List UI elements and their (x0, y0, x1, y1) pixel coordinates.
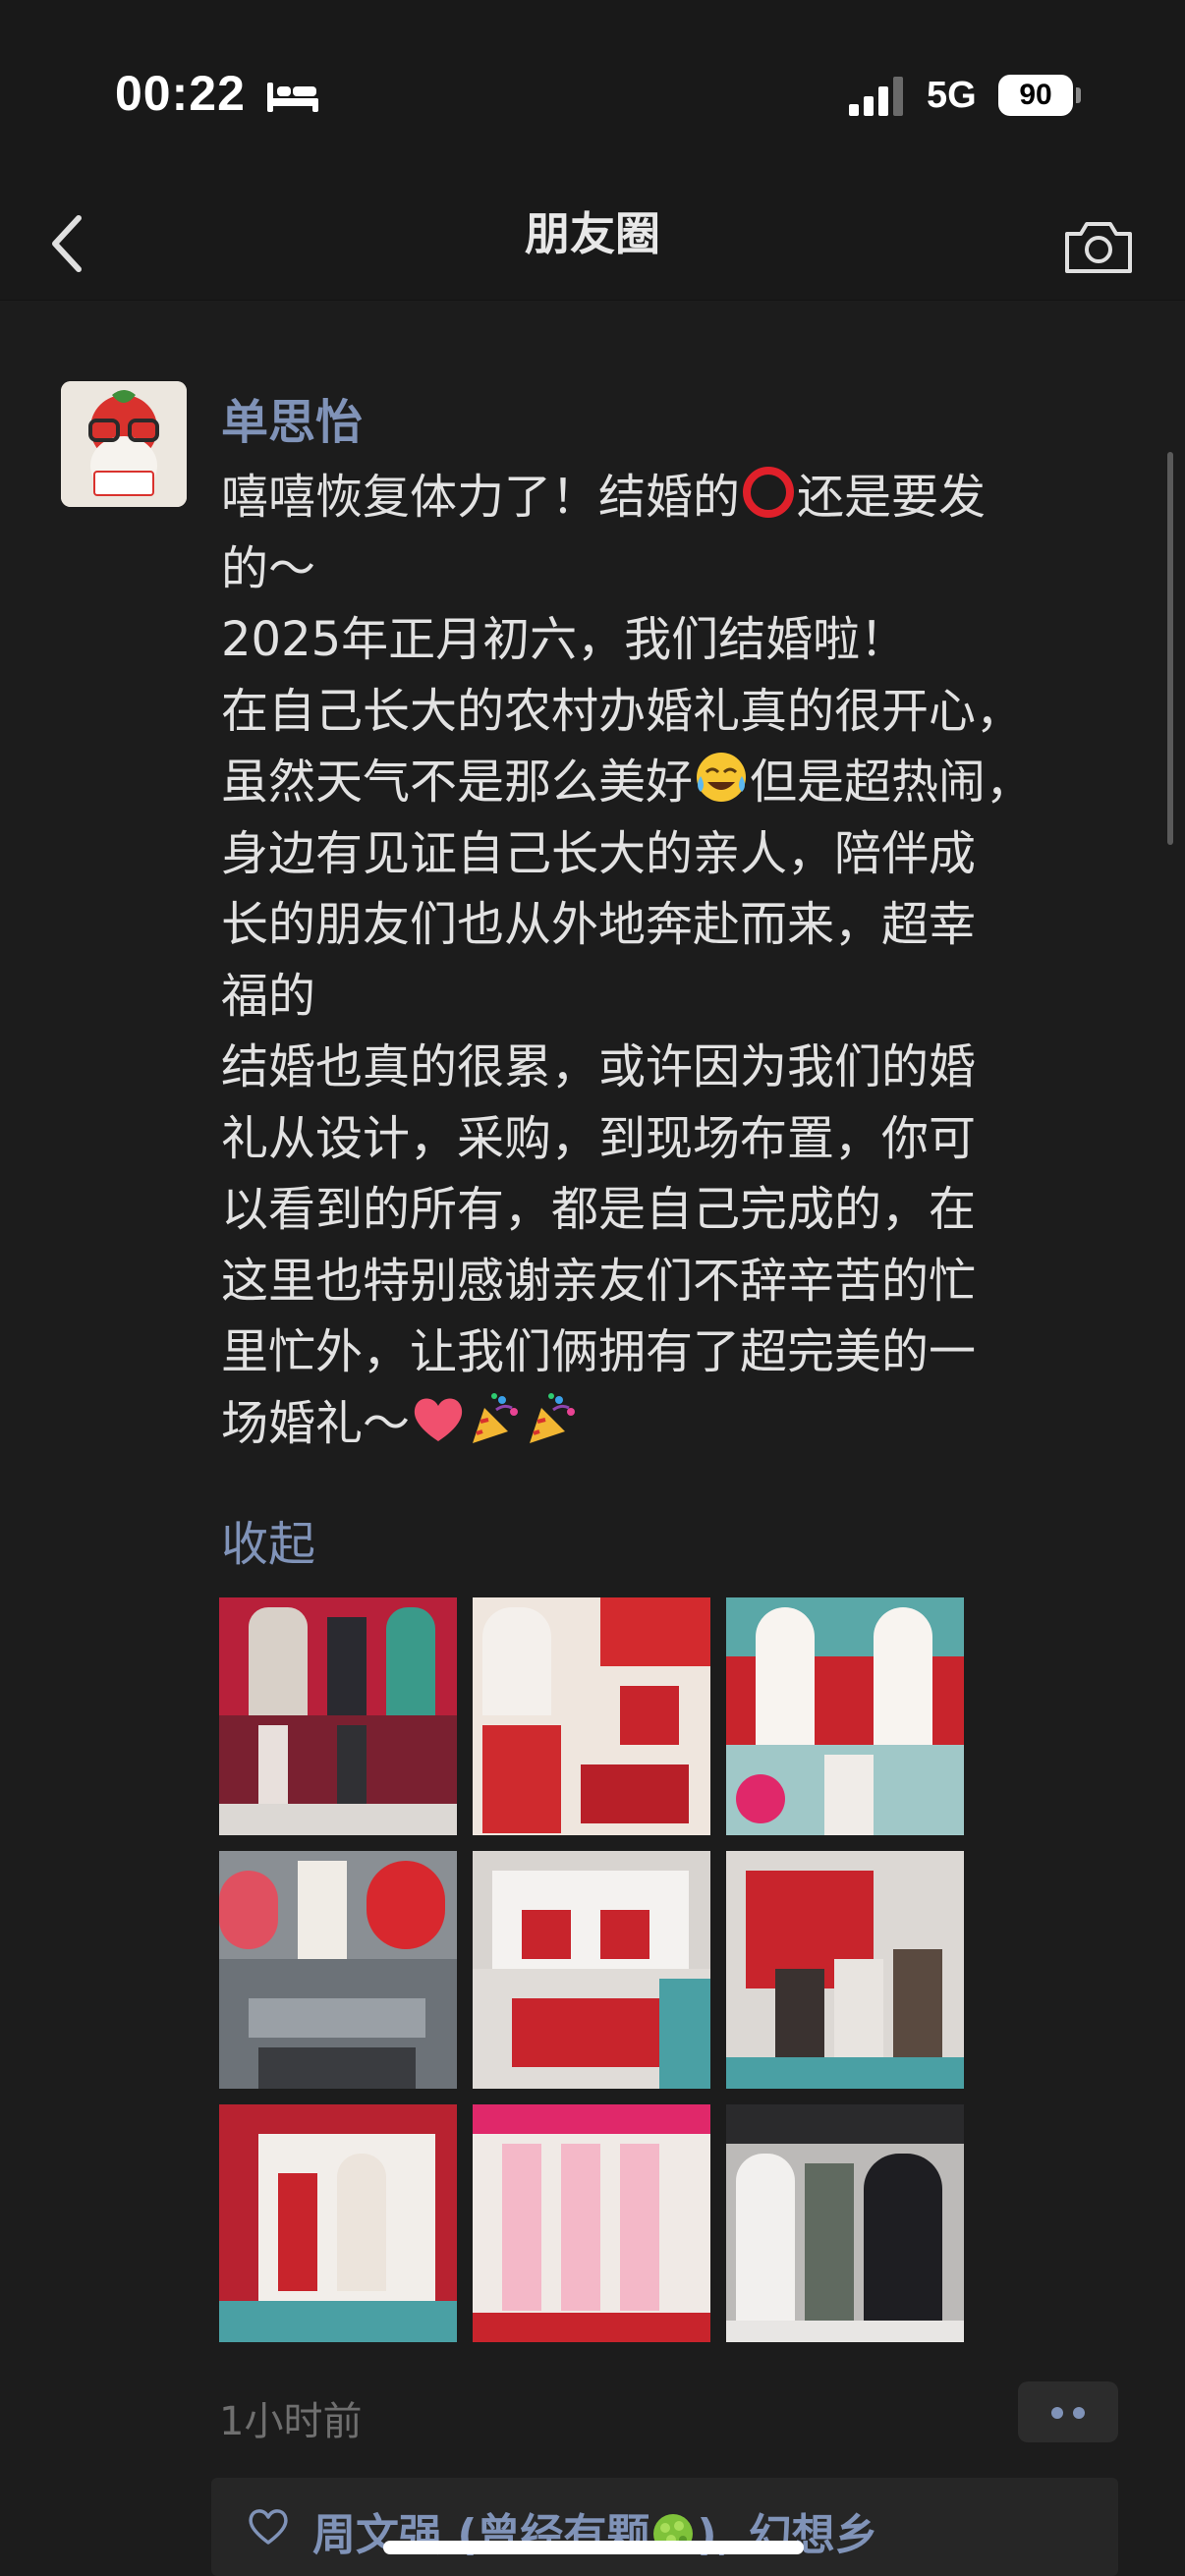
post-text-segment: 还是要发 (797, 470, 987, 525)
post-line: 礼从设计，采购，到现场布置，你可 (221, 1110, 977, 1166)
status-time: 00:22 (115, 66, 246, 121)
likes-box: 周文强 (曾经有颗), 幻想乡 (211, 2478, 1118, 2576)
photo-thumbnail[interactable] (726, 1851, 964, 2089)
more-actions-button[interactable] (1018, 2381, 1118, 2442)
post-line: 这里也特别感谢亲友们不辞辛苦的忙 (221, 1253, 977, 1309)
collapse-link[interactable]: 收起 (221, 1505, 315, 1574)
battery-tip (1076, 87, 1081, 103)
signal-icon (849, 77, 903, 116)
party-popper-icon (530, 1392, 576, 1443)
dot-icon (1073, 2407, 1085, 2419)
camera-icon[interactable] (1061, 204, 1136, 283)
post-text-segment: 嘻嘻恢复体力了！结婚的 (221, 470, 741, 525)
post-line: 2025年正月初六，我们结婚啦！ (221, 612, 908, 667)
post-line: 以看到的所有，都是自己完成的，在 (221, 1182, 977, 1237)
post-line: 身边有见证自己长大的亲人，陪伴成 (221, 825, 977, 881)
post-line: 在自己长大的农村办婚礼真的很开心， (221, 683, 1024, 739)
heart-outline-icon (249, 2509, 288, 2545)
photo-thumbnail[interactable] (219, 1597, 457, 1835)
photo-thumbnail[interactable] (219, 1851, 457, 2089)
post-line: 结婚也真的很累，或许因为我们的婚 (221, 1039, 977, 1094)
photo-grid (219, 1597, 966, 2344)
network-type: 5G (927, 75, 977, 116)
post-line: 场婚礼～ (221, 1388, 1125, 1460)
red-circle-icon (743, 467, 795, 518)
post-timestamp: 1小时前 (219, 2399, 363, 2444)
avatar-image (61, 381, 187, 507)
post-line: 的～ (221, 540, 316, 596)
post-text-segment: 场婚礼～ (221, 1395, 411, 1451)
bed-icon (267, 83, 318, 112)
heart-icon (414, 1398, 463, 1441)
post-line: 嘻嘻恢复体力了！结婚的 还是要发 (221, 462, 1125, 533)
post-text: 嘻嘻恢复体力了！结婚的 还是要发 的～ 2025年正月初六，我们结婚啦！ 在自己长… (221, 462, 1125, 1459)
photo-thumbnail[interactable] (473, 2104, 710, 2342)
post-line: 福的 (221, 968, 316, 1024)
photo-thumbnail[interactable] (473, 1851, 710, 2089)
post-line: 虽然天气不是那么美好 但是超热闹， (221, 747, 1125, 818)
post-text-segment: 但是超热闹， (750, 755, 1034, 810)
chevron-left-icon[interactable] (39, 204, 98, 283)
post-line: 里忙外，让我们俩拥有了超完美的一 (221, 1324, 977, 1379)
tears-of-joy-icon (697, 753, 747, 802)
scrollbar[interactable] (1167, 452, 1173, 845)
post-line: 长的朋友们也从外地奔赴而来，超幸 (221, 897, 977, 952)
battery-icon: 90 (998, 75, 1073, 116)
photo-thumbnail[interactable] (219, 2104, 457, 2342)
avatar[interactable] (61, 381, 187, 507)
photo-thumbnail[interactable] (726, 1597, 964, 1835)
nav-bar: 朋友圈 (0, 187, 1185, 301)
photo-thumbnail[interactable] (726, 2104, 964, 2342)
post-text-segment: 虽然天气不是那么美好 (221, 755, 694, 810)
dot-icon (1051, 2407, 1063, 2419)
photo-thumbnail[interactable] (473, 1597, 710, 1835)
battery-level: 90 (1019, 79, 1052, 111)
post-author[interactable]: 单思怡 (221, 383, 363, 452)
status-bar: 00:22 5G 90 (0, 0, 1185, 187)
party-popper-icon (473, 1392, 519, 1443)
home-indicator[interactable] (383, 2541, 804, 2554)
page-title: 朋友圈 (525, 207, 660, 260)
